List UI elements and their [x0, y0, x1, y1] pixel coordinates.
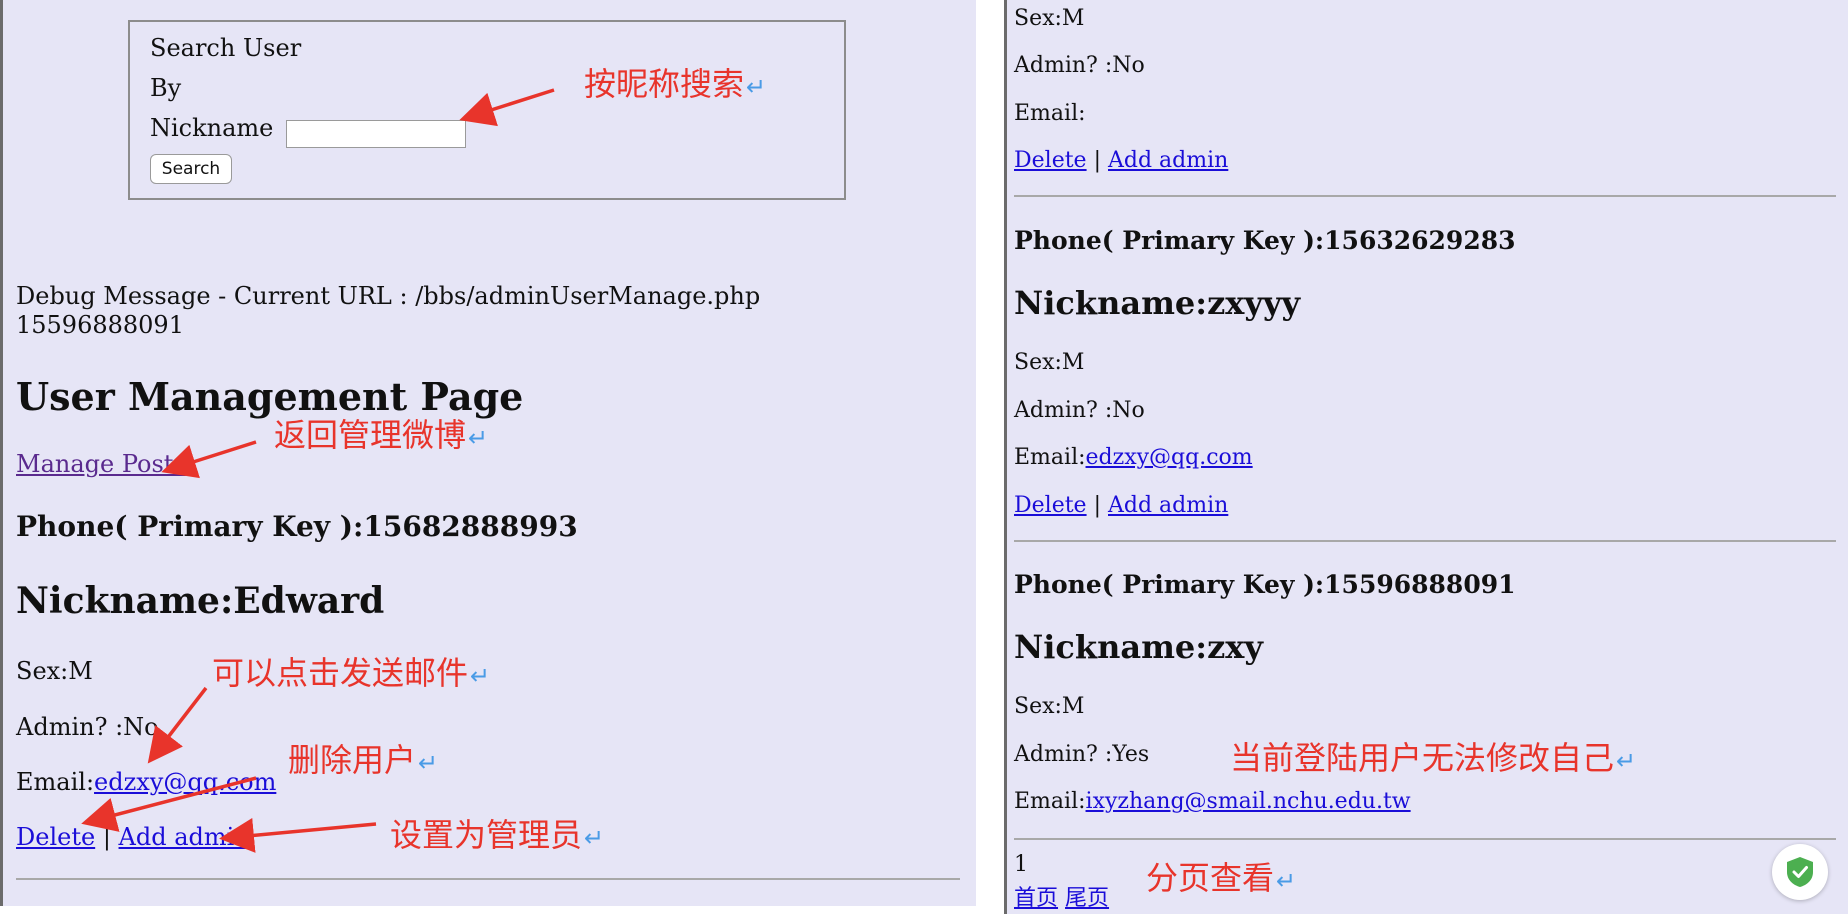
user1-email-row: Email:edzxy@qq.com [16, 768, 276, 796]
user2-action-separator: | [1093, 148, 1101, 173]
annotation-set-as-admin: 设置为管理员↵ [390, 816, 605, 854]
return-mark: ↵ [468, 424, 489, 452]
user2-email-label: Email: [1014, 101, 1086, 126]
user2-add-admin-link[interactable]: Add admin [1108, 148, 1228, 173]
user1-phone: Phone( Primary Key ):15682888993 [16, 510, 578, 543]
user1-delete-link[interactable]: Delete [16, 823, 95, 851]
user3-divider [1014, 540, 1836, 542]
annotation-search-by-nickname: 按昵称搜索↵ [584, 65, 767, 103]
user1-admin-status: Admin? :No [16, 713, 159, 741]
annotation-cannot-modify-self: 当前登陆用户无法修改自己↵ [1230, 739, 1637, 777]
annotation-delete-user: 删除用户↵ [288, 741, 439, 779]
user1-add-admin-link[interactable]: Add admin [119, 823, 250, 851]
pagination-links: 首页 尾页 [1014, 880, 1109, 912]
user1-action-separator: | [102, 823, 111, 851]
user2-sex: Sex:M [1014, 6, 1085, 31]
window-edge-line-right [1004, 0, 1007, 914]
user4-email-label: Email: [1014, 789, 1086, 814]
user1-divider [16, 878, 960, 880]
search-title-line1: Search User [150, 34, 302, 62]
user3-add-admin-link[interactable]: Add admin [1108, 493, 1228, 518]
user3-nickname: Nickname:zxyyy [1014, 284, 1301, 322]
user2-admin-status: Admin? :No [1014, 53, 1145, 78]
last-page-link[interactable]: 尾页 [1065, 886, 1109, 911]
return-mark: ↵ [1616, 747, 1637, 775]
return-mark: ↵ [418, 749, 439, 777]
user1-sex: Sex:M [16, 657, 93, 685]
annotation-back-to-manage-posts: 返回管理微博↵ [274, 416, 489, 454]
user3-action-separator: | [1093, 493, 1101, 518]
search-button[interactable]: Search [150, 154, 232, 184]
manage-posts-link[interactable]: Manage Posts [16, 450, 186, 478]
user2-actions: Delete | Add admin [1014, 148, 1228, 173]
user4-nickname: Nickname:zxy [1014, 628, 1263, 666]
user1-email-label: Email: [16, 768, 95, 796]
user3-phone: Phone( Primary Key ):15632629283 [1014, 226, 1516, 255]
first-page-link[interactable]: 首页 [1014, 886, 1058, 911]
current-page-number: 1 [1014, 852, 1028, 877]
nickname-search-input[interactable] [286, 120, 466, 148]
return-mark: ↵ [470, 662, 491, 690]
user3-admin-status: Admin? :No [1014, 398, 1145, 423]
user1-actions: Delete | Add admin [16, 823, 250, 851]
return-mark: ↵ [584, 824, 605, 852]
user4-divider [1014, 838, 1836, 840]
annotation-paged-view: 分页查看↵ [1146, 859, 1297, 897]
user1-email-link[interactable]: edzxy@qq.com [94, 768, 276, 796]
return-mark: ↵ [1276, 867, 1297, 895]
debug-message: Debug Message - Current URL : /bbs/admin… [16, 282, 761, 310]
user3-email-label: Email: [1014, 445, 1086, 470]
user3-email-row: Email:edzxy@qq.com [1014, 445, 1253, 470]
shield-check-icon [1787, 857, 1813, 887]
user2-delete-link[interactable]: Delete [1014, 148, 1087, 173]
annotation-click-to-send-email: 可以点击发送邮件↵ [212, 654, 491, 692]
user3-sex: Sex:M [1014, 350, 1085, 375]
search-title-line2: By [150, 74, 182, 102]
user4-admin-status: Admin? :Yes [1014, 742, 1150, 767]
user2-email-row: Email: [1014, 101, 1086, 126]
user4-phone: Phone( Primary Key ):15596888091 [1014, 570, 1516, 599]
user2-divider [1014, 195, 1836, 197]
user3-email-link[interactable]: edzxy@qq.com [1086, 445, 1253, 470]
search-title-line3: Nickname [150, 114, 274, 142]
user3-actions: Delete | Add admin [1014, 493, 1228, 518]
user4-email-link[interactable]: ixyzhang@smail.nchu.edu.tw [1086, 789, 1411, 814]
user3-delete-link[interactable]: Delete [1014, 493, 1087, 518]
return-mark: ↵ [746, 73, 767, 101]
debug-session-phone: 15596888091 [16, 311, 184, 339]
user1-nickname: Nickname:Edward [16, 580, 385, 622]
user4-sex: Sex:M [1014, 694, 1085, 719]
search-user-form: Search User By Nickname [128, 20, 846, 200]
window-edge-line [0, 0, 3, 906]
user4-email-row: Email:ixyzhang@smail.nchu.edu.tw [1014, 789, 1411, 814]
security-badge[interactable] [1772, 844, 1828, 900]
